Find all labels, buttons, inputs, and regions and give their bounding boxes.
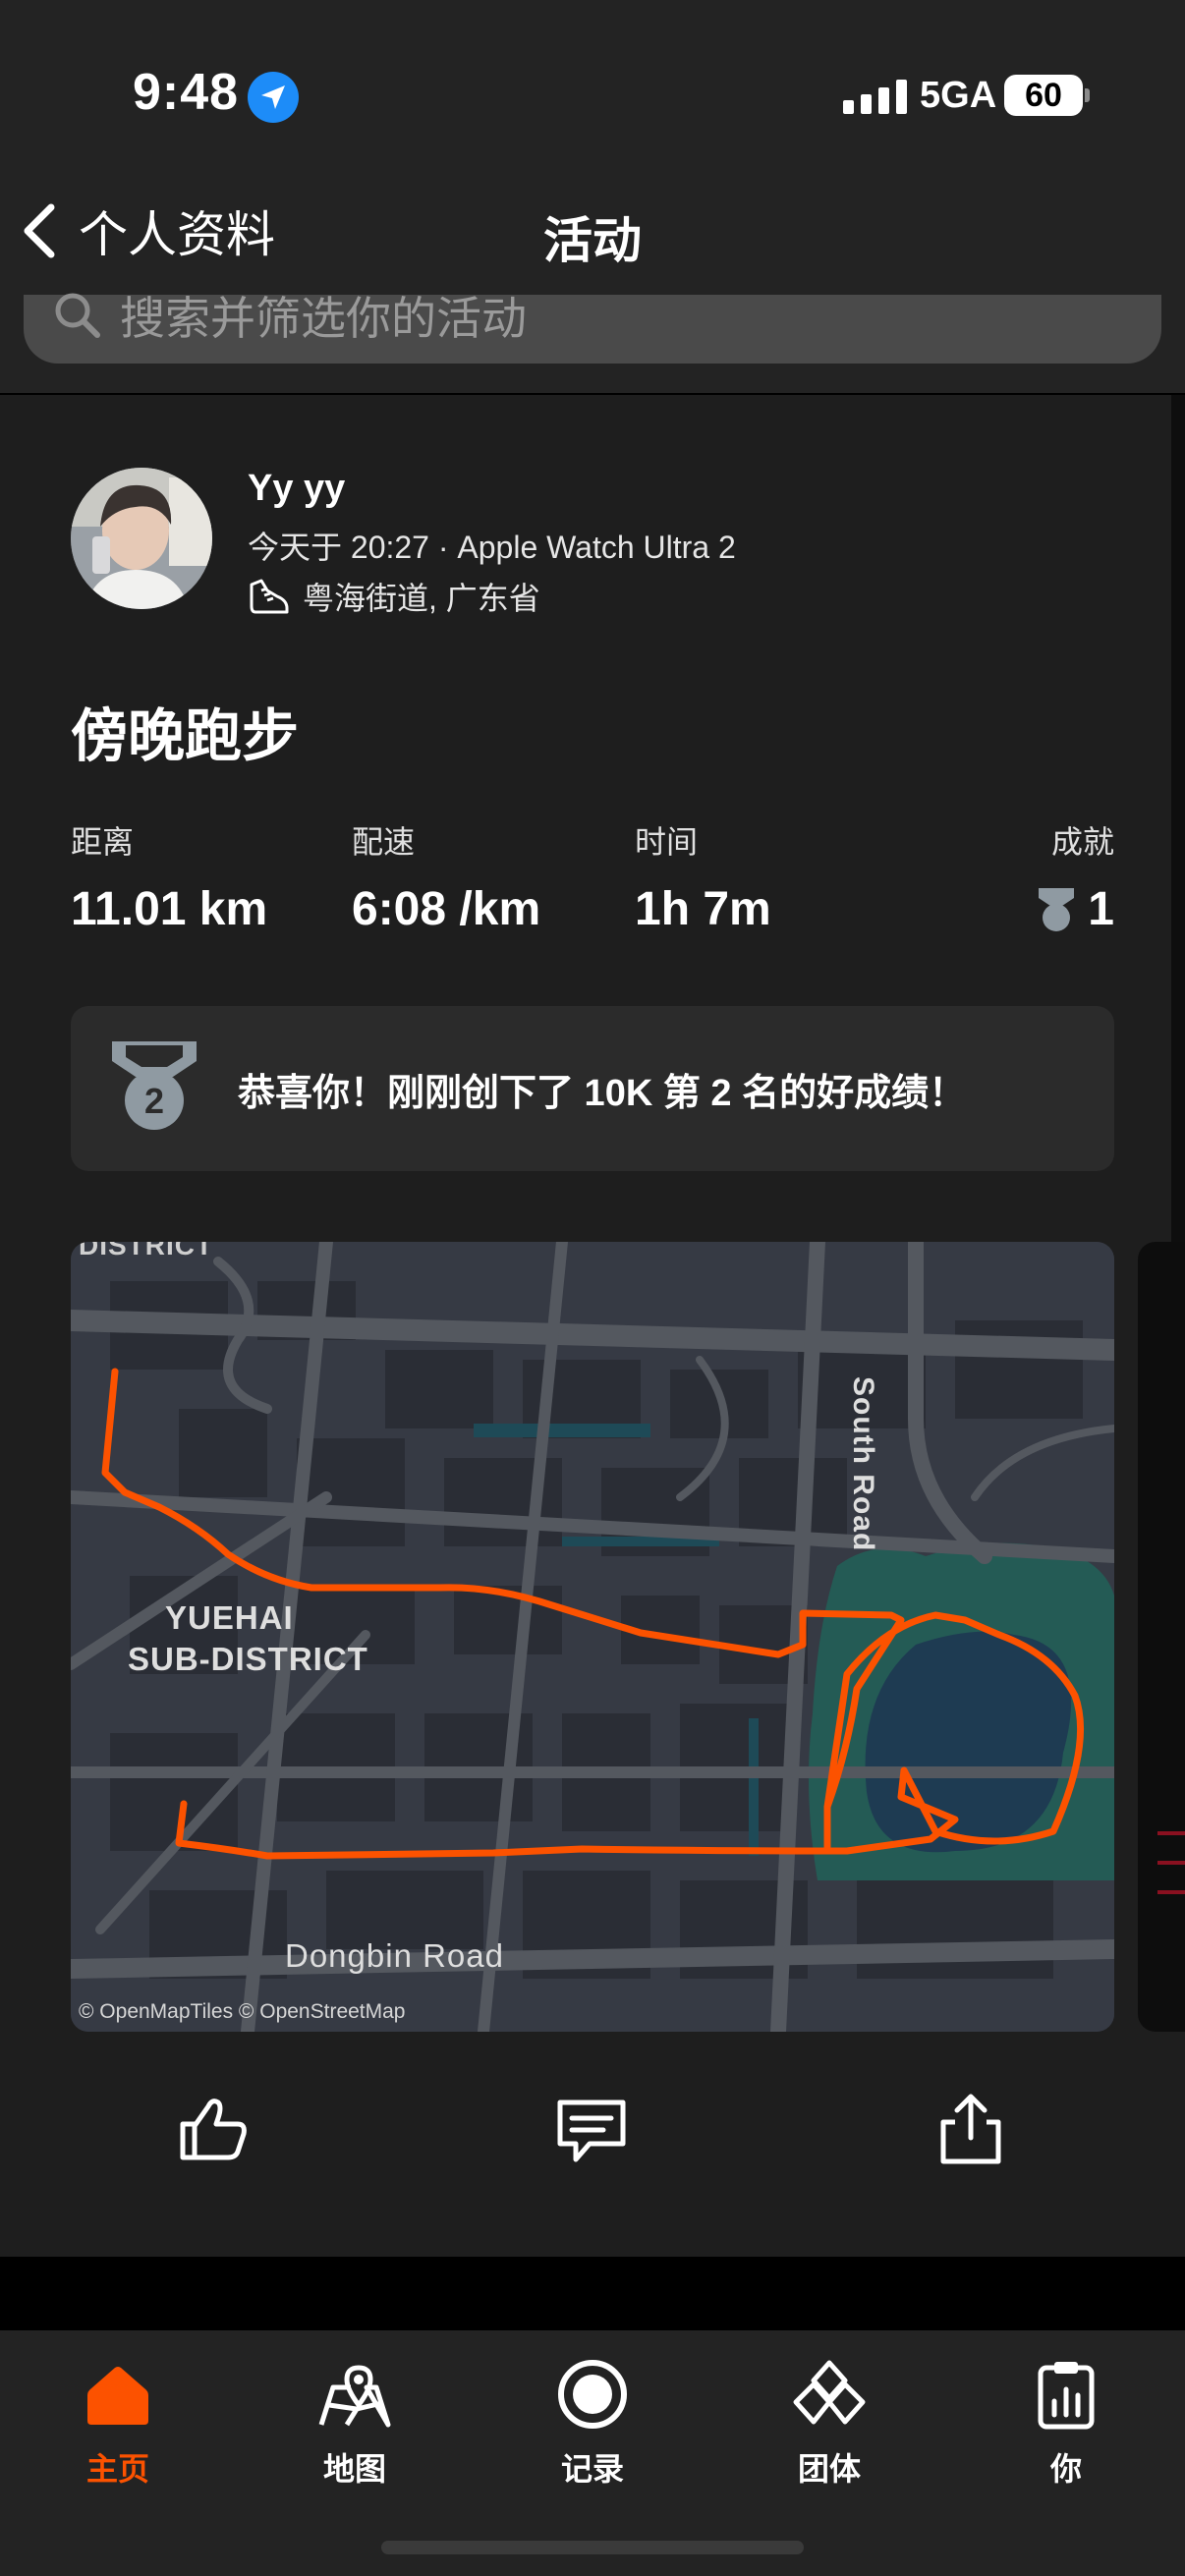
route-map[interactable]: DISTRICT South Road YUEHAI SUB-DISTRICT … (71, 1242, 1114, 2032)
share-button[interactable] (931, 2089, 1010, 2167)
stat-distance: 距离 11.01 km (71, 817, 267, 936)
tab-record[interactable]: 记录 (514, 2350, 671, 2490)
map-label-yuehai: YUEHAI (165, 1599, 294, 1636)
comment-icon (557, 2100, 626, 2162)
map-label-subdistrict: SUB-DISTRICT (128, 1641, 368, 1677)
achievement-count: 1 (1088, 883, 1114, 935)
clock: 9:48 (133, 64, 240, 121)
tab-label: 你 (1049, 2451, 1082, 2487)
activity-meta: 今天于 20:27 · Apple Watch Ultra 2 (248, 530, 736, 565)
cellular-signal-icon (843, 79, 907, 114)
search-placeholder: 搜索并筛选你的活动 (120, 293, 527, 344)
battery-cap (1085, 88, 1090, 102)
activity-actions (0, 2065, 1185, 2193)
stat-label: 距离 (71, 824, 135, 860)
profile-icon (1038, 2362, 1095, 2430)
stat-pace: 配速 6:08 /km (352, 817, 540, 936)
map-label-dongbin: Dongbin Road (285, 1937, 504, 1974)
search-input[interactable]: 搜索并筛选你的活动 (24, 293, 1161, 364)
page-title: 活动 (543, 213, 642, 268)
tab-label: 团体 (797, 2451, 861, 2487)
map-canvas (71, 1242, 1114, 2032)
silver-medal-icon: 2 (112, 1041, 197, 1130)
feed-separator (0, 2257, 1185, 2330)
stat-value: 6:08 /km (352, 883, 541, 935)
stat-value: 1h 7m (635, 883, 771, 935)
avatar[interactable] (71, 468, 212, 609)
tab-you[interactable]: 你 (988, 2350, 1145, 2490)
tab-map[interactable]: 地图 (276, 2350, 433, 2490)
medal-icon (1039, 887, 1075, 931)
groups-icon (793, 2360, 866, 2425)
status-bar: 9:48 5GA 60 (0, 0, 1185, 192)
home-indicator[interactable] (381, 2541, 804, 2554)
network-type: 5GA (920, 75, 997, 116)
thumbs-up-icon (180, 2099, 247, 2160)
map-label-district: DISTRICT (79, 1242, 214, 1260)
location-arrow-icon (248, 72, 299, 123)
record-icon (558, 2360, 627, 2429)
battery-icon: 60 (1004, 75, 1083, 116)
stat-label: 配速 (352, 824, 416, 860)
tab-label: 主页 (85, 2451, 149, 2487)
map-attribution[interactable]: © OpenMapTiles © OpenStreetMap (79, 2000, 405, 2024)
tab-label: 地图 (322, 2451, 386, 2487)
stat-achievements: 成就 1 (1035, 817, 1114, 936)
running-shoe-icon (250, 579, 289, 614)
share-icon (940, 2094, 1001, 2164)
like-button[interactable] (173, 2089, 252, 2167)
comment-button[interactable] (552, 2089, 631, 2167)
next-media-preview[interactable] (1138, 1242, 1185, 2032)
medal-rank: 2 (144, 1081, 164, 1121)
scroll-indicator (1171, 395, 1185, 1279)
activity-location: 粤海街道, 广东省 (248, 574, 540, 619)
achievement-banner[interactable]: 2 恭喜你！刚刚创下了 10K 第 2 名的好成绩！ (71, 1006, 1114, 1171)
athlete-name[interactable]: Yy yy (248, 468, 345, 510)
tab-bar: 主页 地图 记录 团体 你 (0, 2330, 1185, 2576)
stat-label: 成就 (1050, 824, 1114, 860)
stat-label: 时间 (635, 824, 699, 860)
search-icon (55, 293, 100, 338)
map-label-south-road: South Road (847, 1376, 879, 1552)
home-icon (87, 2367, 148, 2425)
search-area: 搜索并筛选你的活动 (0, 293, 1185, 393)
activity-card[interactable]: Yy yy 今天于 20:27 · Apple Watch Ultra 2 粤海… (0, 395, 1185, 2257)
tab-home[interactable]: 主页 (39, 2350, 197, 2490)
tab-label: 记录 (560, 2451, 624, 2487)
activity-title[interactable]: 傍晚跑步 (71, 690, 299, 772)
stat-value: 11.01 km (71, 883, 268, 935)
location-text: 粤海街道, 广东省 (303, 581, 540, 616)
tab-groups[interactable]: 团体 (751, 2350, 908, 2490)
banner-text: 恭喜你！刚刚创下了 10K 第 2 名的好成绩！ (238, 1072, 967, 1114)
map-icon (318, 2365, 391, 2428)
stat-time: 时间 1h 7m (635, 817, 771, 936)
